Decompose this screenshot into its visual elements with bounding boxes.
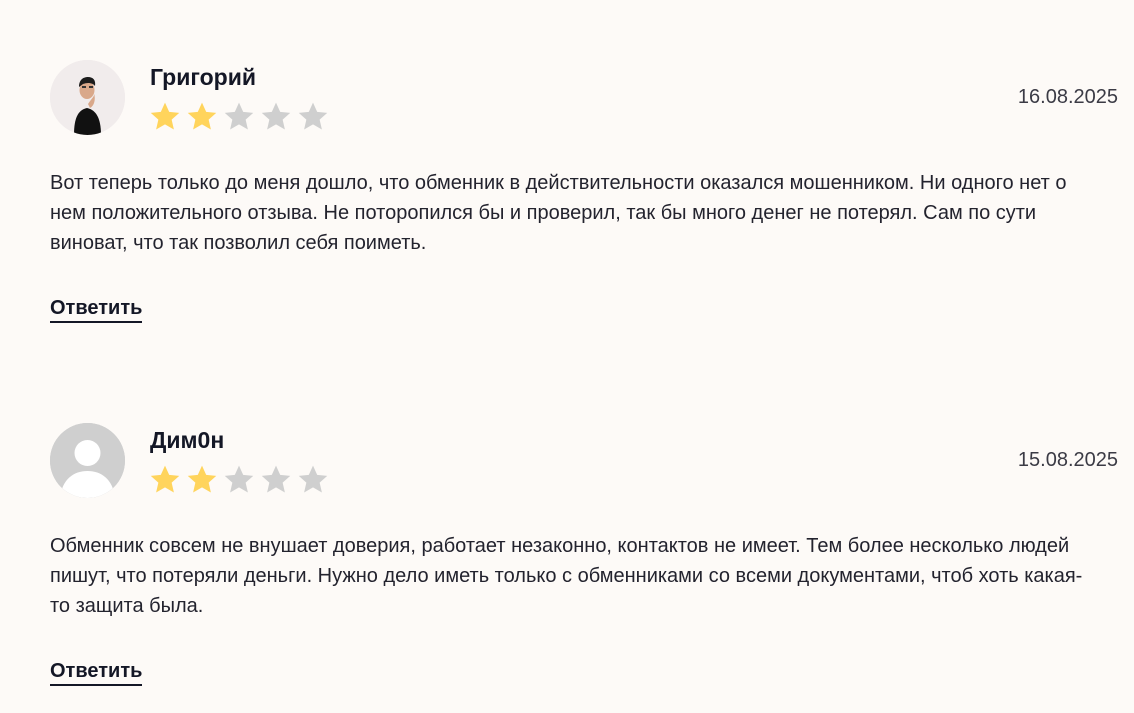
star-filled-icon: [185, 101, 219, 131]
star-empty-icon: [259, 101, 293, 131]
reply-link[interactable]: Ответить: [50, 296, 143, 323]
review-text: Обменник совсем не внушает доверия, рабо…: [50, 535, 1083, 617]
review-text: Вот теперь только до меня дошло, что обм…: [50, 172, 1067, 254]
reply-link[interactable]: Ответить: [50, 659, 143, 686]
star-empty-icon: [222, 464, 256, 494]
rating-stars: [148, 101, 330, 131]
default-user-icon: [50, 423, 125, 498]
star-empty-icon: [296, 464, 330, 494]
star-empty-icon: [259, 464, 293, 494]
review-author: Григорий: [150, 64, 257, 90]
review-date: 15.08.2025: [1017, 449, 1118, 471]
avatar: [50, 423, 125, 498]
star-empty-icon: [222, 101, 256, 131]
star-filled-icon: [148, 101, 182, 131]
star-filled-icon: [185, 464, 219, 494]
review-author: Дим0н: [150, 427, 225, 453]
avatar: [50, 60, 125, 135]
person-photo-icon: [50, 60, 125, 135]
star-filled-icon: [148, 464, 182, 494]
review-date: 16.08.2025: [1017, 86, 1118, 108]
rating-stars: [148, 464, 330, 494]
star-empty-icon: [296, 101, 330, 131]
